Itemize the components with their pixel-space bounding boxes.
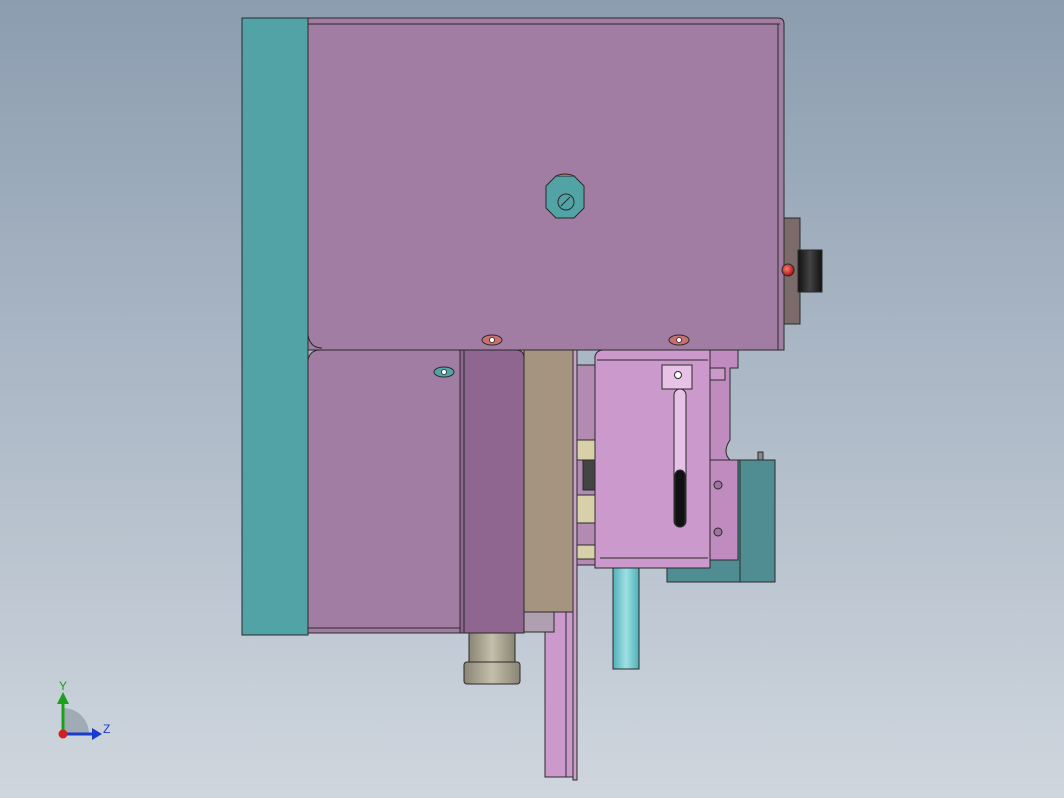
guide-block-foot (523, 611, 555, 633)
motor-screw-top (713, 480, 723, 490)
teal-side-plate[interactable] (241, 17, 309, 636)
fastener-bolt-head (557, 193, 575, 211)
slide-cover-plate[interactable] (459, 349, 525, 634)
cable-connector[interactable] (797, 249, 823, 293)
adjust-knob[interactable] (468, 632, 516, 664)
bracket-tab-hole (674, 371, 682, 379)
guide-rod[interactable] (612, 564, 640, 670)
vertical-rail[interactable] (544, 611, 574, 778)
bracket-lip (709, 367, 726, 381)
motor-mount-plate[interactable] (709, 459, 739, 561)
cad-graphics-viewport[interactable]: Y Z (0, 0, 1064, 798)
z-axis-label: Z (103, 722, 110, 736)
y-axis-label: Y (59, 679, 67, 693)
lower-slot-hole (441, 369, 447, 375)
upper-housing-plate[interactable] (307, 17, 785, 351)
bearing-middle (576, 494, 596, 524)
bearing-bottom (576, 544, 596, 560)
bearing-top (576, 439, 596, 461)
linear-guide-block[interactable] (523, 349, 574, 613)
rail-back-strip (572, 349, 578, 781)
mount-slot-left-hole (489, 337, 495, 343)
indicator-light[interactable] (781, 263, 795, 277)
slot-bolt (674, 469, 686, 528)
motor-pin (757, 451, 764, 461)
adjust-knob-cap[interactable] (463, 661, 521, 685)
motor-screw-bottom (713, 527, 723, 537)
triad-origin (58, 729, 68, 739)
mount-slot-right-hole (676, 337, 682, 343)
lower-housing-plate[interactable] (307, 349, 461, 634)
cad-model-canvas[interactable]: Y Z (0, 0, 1064, 798)
sensor-bracket[interactable] (594, 349, 711, 569)
